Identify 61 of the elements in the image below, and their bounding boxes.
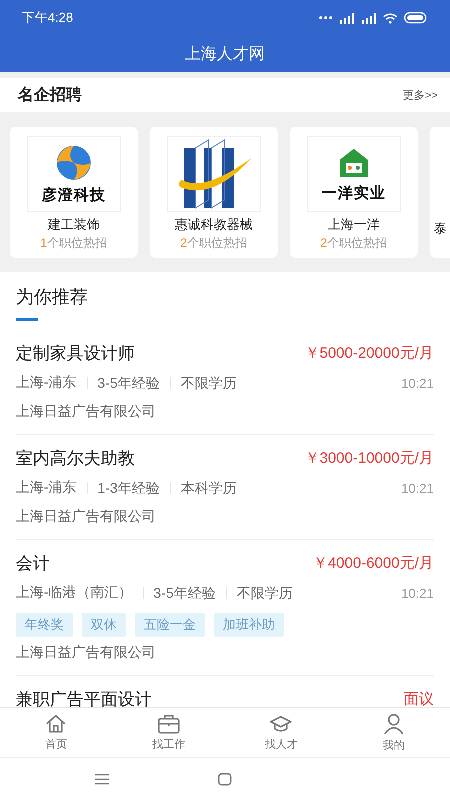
benefit-tag: 加班补助 [214, 613, 284, 637]
more-link[interactable]: 更多>> [403, 88, 438, 102]
logo-text: 一洋实业 [322, 184, 386, 202]
hot-jobs-text: 1个职位热招 [40, 235, 108, 252]
benefit-tag: 年终奖 [16, 613, 73, 637]
salary: 面议 [404, 690, 434, 707]
wifi-icon [383, 12, 398, 24]
logo-text: 彦澄科技 [42, 186, 106, 204]
app-title: 上海人才网 [185, 44, 265, 64]
salary: ￥5000-20000元/月 [304, 344, 434, 362]
signal-icon [361, 12, 377, 24]
job-experience: 1-3年经验 [86, 482, 160, 494]
job-education: 本科学历 [170, 482, 237, 494]
graduation-cap-icon [269, 714, 294, 734]
company-card[interactable]: 泰 [430, 127, 450, 258]
title-underline [16, 318, 38, 321]
company-name: 惠诚科教器械 [175, 216, 253, 234]
status-time: 下午4:28 [22, 9, 74, 27]
nav-tab[interactable]: 找人才 [225, 708, 338, 757]
job-title[interactable]: 定制家具设计师 [16, 342, 135, 364]
section-title: 为你推荐 [16, 286, 89, 309]
job-education: 不限学历 [170, 377, 237, 389]
post-time: 10:21 [401, 586, 434, 600]
job-title[interactable]: 兼职广告平面设计 [16, 688, 152, 707]
company-name: 泰 [434, 220, 447, 238]
company-card[interactable]: 彦澄科技 建工装饰 1个职位热招 [10, 127, 138, 258]
nav-tab[interactable]: 找工作 [112, 708, 225, 757]
hot-jobs-text: 2个职位热招 [180, 235, 248, 252]
job-title[interactable]: 会计 [16, 552, 50, 574]
home-icon [45, 714, 68, 734]
job-education: 不限学历 [226, 587, 293, 599]
salary: ￥4000-6000元/月 [313, 554, 434, 572]
benefit-tag: 五险一金 [135, 613, 205, 637]
salary: ￥3000-10000元/月 [304, 448, 434, 468]
company-name: 上海日益广告有限公司 [16, 507, 157, 526]
hot-jobs-text: 2个职位热招 [320, 235, 388, 252]
job-experience: 3-5年经验 [86, 377, 160, 389]
company-card[interactable]: 一洋实业 上海一洋 2个职位热招 [290, 127, 418, 258]
job-title[interactable]: 室内高尔夫助教 [16, 446, 135, 470]
nav-tab[interactable]: 我的 [338, 708, 450, 757]
menu-icon [94, 774, 109, 784]
company-name: 上海日益广告有限公司 [16, 402, 157, 421]
section-title: 名企招聘 [18, 86, 82, 106]
more-dots-icon [319, 16, 333, 20]
battery-icon [404, 12, 428, 24]
company-name: 上海日益广告有限公司 [16, 643, 157, 662]
job-experience: 3-5年经验 [142, 587, 216, 599]
company-name: 建工装饰 [48, 216, 100, 234]
job-location: 上海-浦东 [16, 479, 77, 497]
company-name: 上海一洋 [328, 216, 380, 234]
post-time: 10:21 [401, 480, 434, 496]
post-time: 10:21 [401, 376, 434, 390]
job-location: 上海-浦东 [16, 374, 77, 392]
company-card[interactable]: 惠诚科教器械 2个职位热招 [150, 127, 278, 258]
nav-tab[interactable]: 首页 [0, 708, 112, 757]
briefcase-icon [156, 714, 181, 734]
home-square-icon [218, 772, 232, 786]
job-location: 上海-临港（南汇） [16, 584, 133, 602]
benefit-tag: 双休 [82, 613, 126, 637]
person-icon [382, 712, 405, 734]
signal-icon [339, 12, 355, 24]
